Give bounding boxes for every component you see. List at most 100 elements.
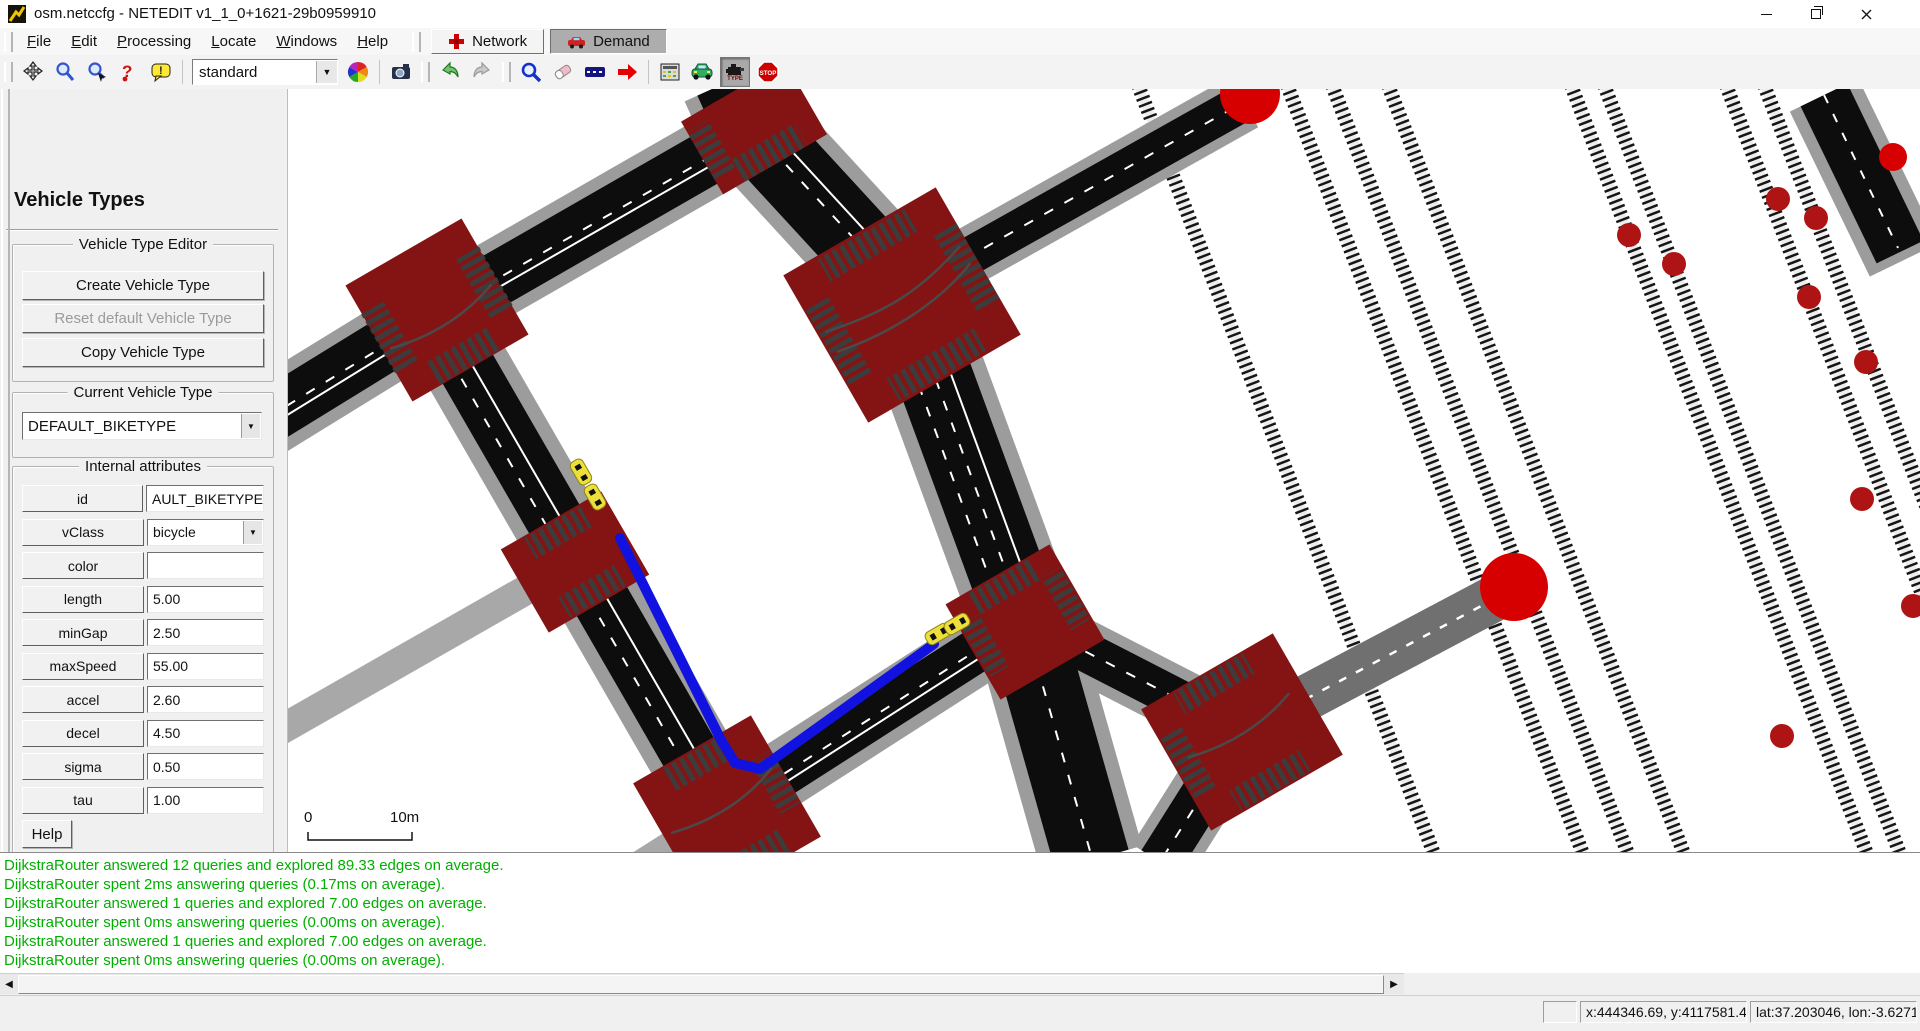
attribute-name-button[interactable]: color [22,552,144,579]
inspect-mode-button[interactable] [517,58,545,86]
toolbar-grip[interactable] [502,62,511,82]
reset-default-vehicle-type-button[interactable]: Reset default Vehicle Type [22,304,264,333]
attribute-value-text: AULT_BIKETYPE [152,491,263,507]
close-button[interactable] [1844,0,1888,28]
locate-junction-button[interactable] [83,58,111,86]
attribute-name-button[interactable]: maxSpeed [22,653,144,680]
copy-vehicle-type-button[interactable]: Copy Vehicle Type [22,338,264,367]
attribute-row: length 5.00 [22,586,264,613]
select-mode-button[interactable] [581,58,609,86]
move-icon [22,61,44,83]
inspect-icon [520,61,542,83]
zoom-button[interactable] [51,58,79,86]
attribute-value-input[interactable]: AULT_BIKETYPE [146,485,264,512]
restore-icon [1811,9,1821,19]
attribute-value-text: 2.60 [153,692,180,708]
attribute-value-text: 4.50 [153,725,180,741]
toolbar-grip[interactable] [412,32,421,52]
minimize-button[interactable] [1744,0,1788,28]
route-mode-button[interactable] [613,58,641,86]
undo-button[interactable] [436,58,464,86]
log-horizontal-scrollbar[interactable]: ◀ ▶ [0,973,1404,994]
current-vehicle-type-value: DEFAULT_BIKETYPE [28,418,176,435]
create-vehicle-type-button[interactable]: Create Vehicle Type [22,271,264,300]
edge[interactable] [1824,95,1904,260]
help-button[interactable]: ? [115,58,143,86]
frame-drag-grip[interactable] [1,89,10,852]
vehicle-type-mode-button[interactable]: TYPE [720,57,750,87]
attribute-value-input[interactable]: 4.50 [147,720,264,747]
attribute-name-button[interactable]: vClass [22,519,144,546]
attribute-name-button[interactable]: id [22,485,143,512]
screenshot-button[interactable] [387,58,415,86]
toolbar-grip[interactable] [4,32,13,52]
frame-title: Vehicle Types [14,189,145,212]
attribute-row: tau 1.00 [22,787,264,814]
chevron-down-icon[interactable]: ▼ [241,414,260,438]
menu-items: FileEditProcessingLocateWindowsHelp [17,30,398,53]
attribute-name-button[interactable]: sigma [22,753,144,780]
attribute-value-text: 5.00 [153,591,180,607]
message-log[interactable]: DijkstraRouter answered 12 queries and e… [0,852,1920,973]
menu-bar: FileEditProcessingLocateWindowsHelp Netw… [0,28,1920,56]
supermode-network-label: Network [472,33,527,50]
vehicle-types-frame: Vehicle Types Vehicle Type Editor Create… [0,89,288,852]
menu-item[interactable]: Locate [201,30,266,53]
menu-item[interactable]: Windows [266,30,347,53]
attribute-value-input[interactable]: 2.50 [147,619,264,646]
supermode-demand-button[interactable]: Demand [550,29,667,54]
help-button[interactable]: Help [22,820,72,848]
maximize-button[interactable] [1794,0,1838,28]
attribute-rows: id AULT_BIKETYPE vClass bicycle ▼ col [22,485,264,814]
chevron-down-icon: ▼ [316,61,337,83]
messages-button[interactable]: ! [147,58,175,86]
log-line: DijkstraRouter answered 1 queries and ex… [4,932,1920,951]
log-line: DijkstraRouter spent 2ms answering queri… [4,875,1920,894]
attribute-name-button[interactable]: length [22,586,144,613]
attribute-value-input[interactable] [147,552,264,579]
timetable-button[interactable] [656,58,684,86]
view-preset-select[interactable]: standard ▼ [192,59,338,85]
zoom-icon [54,61,76,83]
close-icon [1861,9,1872,20]
minimize-icon [1761,14,1772,15]
delete-mode-button[interactable] [549,58,577,86]
divider [6,229,278,231]
timetable-icon [659,61,681,83]
attribute-value-input[interactable]: bicycle ▼ [147,519,264,546]
attribute-value-input[interactable]: 0.50 [147,753,264,780]
attribute-value-input[interactable]: 2.60 [147,686,264,713]
chevron-down-icon[interactable]: ▼ [243,521,262,544]
menu-item[interactable]: Edit [61,30,107,53]
attribute-row: decel 4.50 [22,720,264,747]
network-view-canvas[interactable]: 0 10m [287,89,1920,852]
move-view-button[interactable] [19,58,47,86]
redo-button[interactable] [468,58,496,86]
attribute-name-button[interactable]: minGap [22,619,144,646]
vehicle-mode-button[interactable] [688,58,716,86]
attribute-name-button[interactable]: accel [22,686,144,713]
attribute-value-input[interactable]: 55.00 [147,653,264,680]
attribute-row: minGap 2.50 [22,619,264,646]
supermode-network-button[interactable]: Network [431,29,544,54]
vehicle-mode-icon [690,61,714,83]
scroll-right-icon[interactable]: ▶ [1386,976,1402,992]
attribute-value-input[interactable]: 1.00 [147,787,264,814]
attribute-name-button[interactable]: tau [22,787,144,814]
attribute-value-input[interactable]: 5.00 [147,586,264,613]
attribute-name-button[interactable]: decel [22,720,144,747]
color-scheme-button[interactable] [344,58,372,86]
menu-item[interactable]: Help [347,30,398,53]
engine-icon [725,63,745,77]
scrollbar-thumb[interactable] [18,975,1384,994]
menu-item[interactable]: Processing [107,30,201,53]
window-title: osm.netccfg - NETEDIT v1_1_0+1621-29b095… [34,5,376,22]
menu-item[interactable]: File [17,30,61,53]
stop-mode-button[interactable]: STOP [754,58,782,86]
scale-start-label: 0 [304,809,312,826]
toolbar-grip[interactable] [421,62,430,82]
toolbar-grip[interactable] [4,62,13,82]
scroll-left-icon[interactable]: ◀ [1,976,17,992]
current-vehicle-type-combo[interactable]: DEFAULT_BIKETYPE ▼ [22,412,262,440]
attribute-value-text: 55.00 [153,658,188,674]
